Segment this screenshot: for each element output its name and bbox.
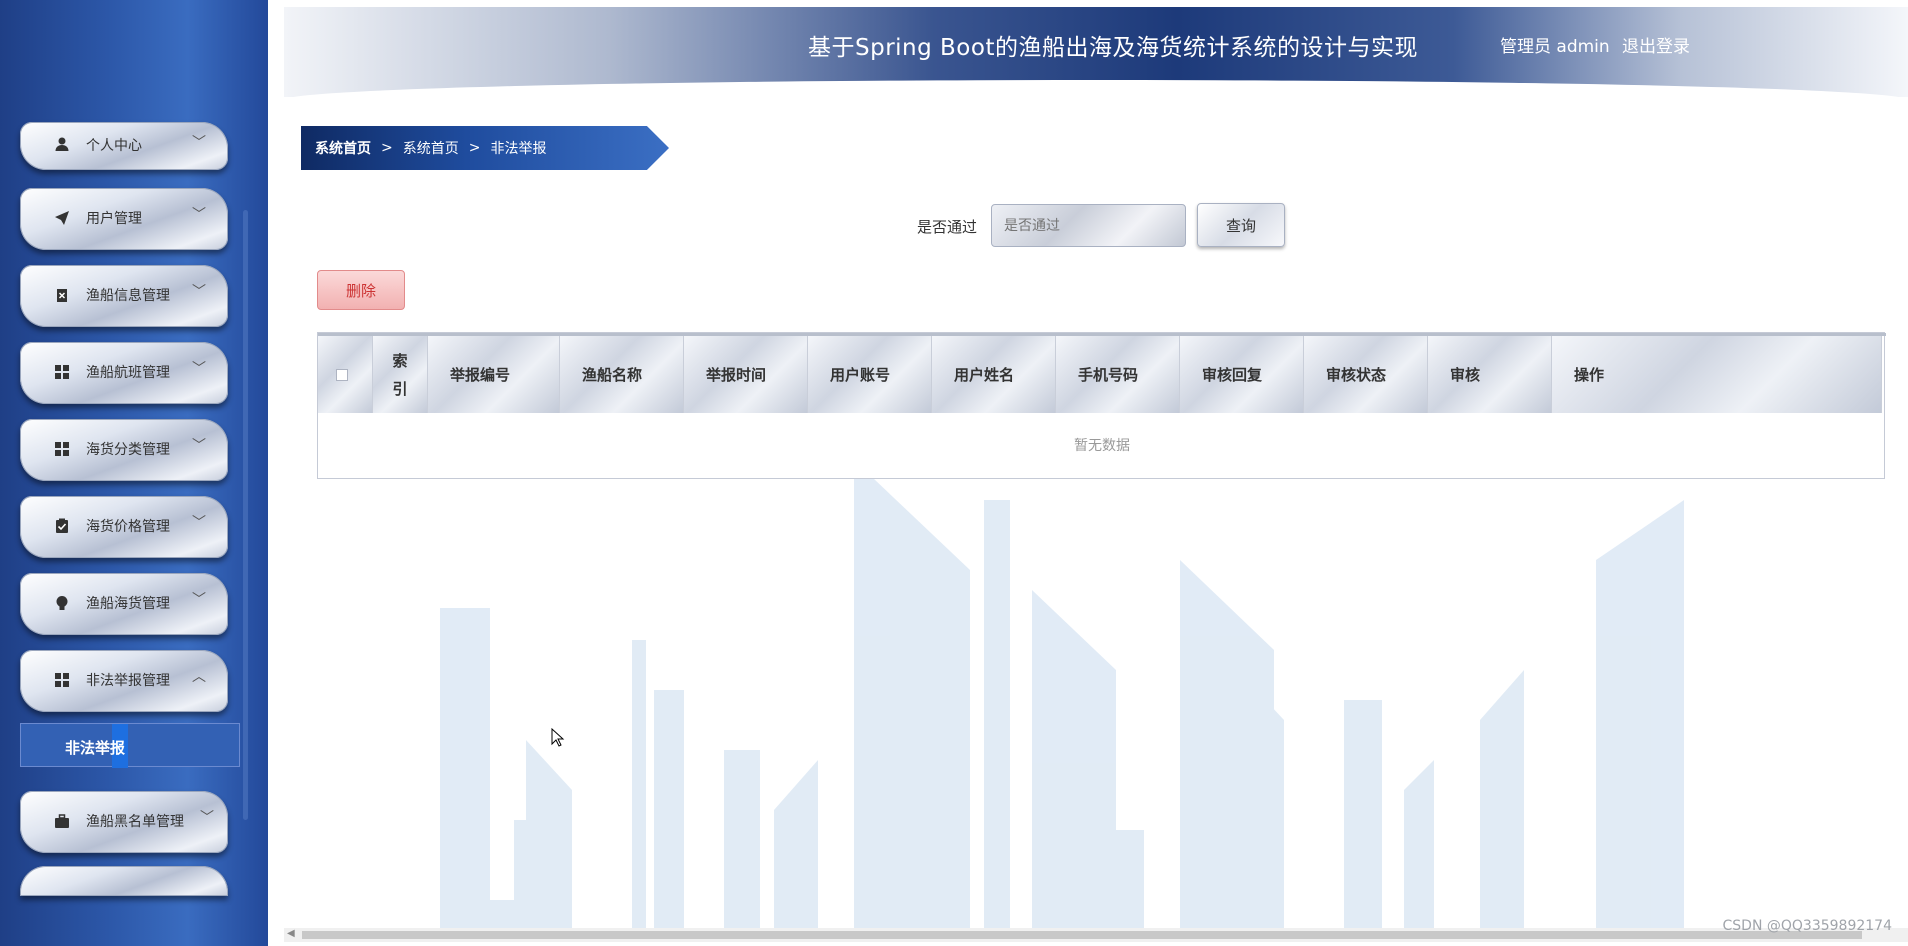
chevron-down-icon: ﹀ — [192, 284, 206, 300]
sidebar-item-label: 海货价格管理 — [86, 519, 170, 535]
sidebar-item-seafood-category[interactable]: 海货分类管理 ﹀ — [20, 419, 228, 481]
delete-button[interactable]: 删除 — [317, 270, 405, 310]
sidebar-item-partial[interactable] — [20, 866, 228, 896]
sidebar-item-label: 海货分类管理 — [86, 442, 170, 458]
sidebar-item-profile[interactable]: 个人中心 ﹀ — [20, 122, 228, 170]
column-header-index: 索引 — [373, 336, 428, 413]
sidebar: 个人中心 ﹀ 用户管理 ﹀ 渔船信息管理 ﹀ 渔船航班管理 ﹀ 海货分类管理 ﹀… — [0, 0, 268, 946]
chevron-down-icon: ﹀ — [192, 207, 206, 223]
select-all-checkbox[interactable] — [336, 368, 348, 381]
scrollbar-thumb[interactable] — [302, 931, 1862, 939]
grid-icon — [54, 672, 70, 688]
sidebar-item-label: 渔船海货管理 — [86, 596, 170, 612]
page-title: 基于Spring Boot的渔船出海及海货统计系统的设计与实现 — [808, 35, 1418, 61]
report-table: 索引 举报编号 渔船名称 举报时间 用户账号 用户姓名 手机号码 审核回复 审核… — [317, 332, 1886, 479]
filter-passed-input[interactable] — [991, 204, 1186, 247]
search-button[interactable]: 查询 — [1197, 203, 1285, 247]
column-header: 审核回复 — [1180, 336, 1304, 413]
chevron-down-icon: ﹀ — [192, 361, 206, 377]
table-header: 索引 举报编号 渔船名称 举报时间 用户账号 用户姓名 手机号码 审核回复 审核… — [318, 333, 1886, 413]
sidebar-scrollbar[interactable] — [243, 210, 248, 820]
sidebar-subitem-illegal-report[interactable]: 非法举报 — [20, 723, 240, 768]
sidebar-item-label: 渔船黑名单管理 — [86, 814, 184, 830]
chevron-down-icon: ﹀ — [200, 810, 214, 826]
sidebar-item-users[interactable]: 用户管理 ﹀ — [20, 188, 228, 250]
admin-label: 管理员 admin — [1500, 37, 1610, 57]
sidebar-item-voyage[interactable]: 渔船航班管理 ﹀ — [20, 342, 228, 404]
chevron-down-icon: ﹀ — [192, 592, 206, 608]
column-header: 审核 — [1428, 336, 1552, 413]
city-background-illustration — [440, 460, 1684, 930]
scroll-left-icon[interactable]: ◀ — [287, 928, 295, 939]
user-icon — [54, 136, 70, 152]
column-header: 手机号码 — [1056, 336, 1180, 413]
column-header: 用户账号 — [808, 336, 932, 413]
bulb-icon — [54, 595, 70, 611]
logout-link[interactable]: 退出登录 — [1622, 32, 1690, 57]
column-header: 审核状态 — [1304, 336, 1428, 413]
column-header: 渔船名称 — [560, 336, 684, 413]
chevron-down-icon: ﹀ — [192, 135, 206, 151]
breadcrumb: 系统首页 > 系统首页 > 非法举报 — [301, 126, 669, 170]
select-all-column — [318, 336, 373, 413]
sidebar-item-seafood-price[interactable]: 海货价格管理 ﹀ — [20, 496, 228, 558]
grid-icon — [54, 441, 70, 457]
breadcrumb-home[interactable]: 系统首页 — [315, 138, 371, 158]
column-header: 举报时间 — [684, 336, 808, 413]
sidebar-item-label: 用户管理 — [86, 211, 142, 227]
filter-label: 是否通过 — [917, 218, 978, 236]
clipboard-check-icon — [54, 518, 70, 534]
sidebar-item-boat-seafood[interactable]: 渔船海货管理 ﹀ — [20, 573, 228, 635]
sidebar-item-label: 渔船信息管理 — [86, 288, 170, 304]
delete-box-icon — [54, 287, 70, 303]
paper-plane-icon — [54, 210, 70, 226]
app-root: 个人中心 ﹀ 用户管理 ﹀ 渔船信息管理 ﹀ 渔船航班管理 ﹀ 海货分类管理 ﹀… — [0, 0, 1908, 946]
grid-icon — [54, 364, 70, 380]
breadcrumb-current: 非法举报 — [490, 141, 547, 157]
sidebar-item-label: 非法举报管理 — [86, 673, 170, 689]
watermark: CSDN @QQ3359892174 — [1722, 918, 1892, 934]
breadcrumb-level1[interactable]: 系统首页 — [403, 138, 459, 158]
sidebar-item-illegal-report[interactable]: 非法举报管理 ︿ — [20, 650, 228, 712]
sidebar-subitem-label: 非法举报 — [65, 739, 126, 757]
column-header: 用户姓名 — [932, 336, 1056, 413]
chevron-down-icon: ﹀ — [192, 515, 206, 531]
sidebar-item-label: 渔船航班管理 — [86, 365, 170, 381]
sidebar-item-blacklist[interactable]: 渔船黑名单管理 ﹀ — [20, 791, 228, 853]
horizontal-scrollbar[interactable]: ◀ — [284, 928, 1908, 942]
mouse-cursor-icon — [551, 728, 565, 747]
breadcrumb-separator: > — [381, 140, 393, 156]
briefcase-icon — [54, 813, 70, 829]
sidebar-item-label: 个人中心 — [86, 138, 142, 154]
column-header: 操作 — [1552, 336, 1882, 413]
breadcrumb-separator: > — [468, 140, 481, 156]
sidebar-item-boat-info[interactable]: 渔船信息管理 ﹀ — [20, 265, 228, 327]
chevron-down-icon: ﹀ — [192, 438, 206, 454]
chevron-up-icon: ︿ — [192, 669, 206, 685]
empty-state-text: 暂无数据 — [1074, 438, 1130, 454]
column-header: 举报编号 — [428, 336, 560, 413]
